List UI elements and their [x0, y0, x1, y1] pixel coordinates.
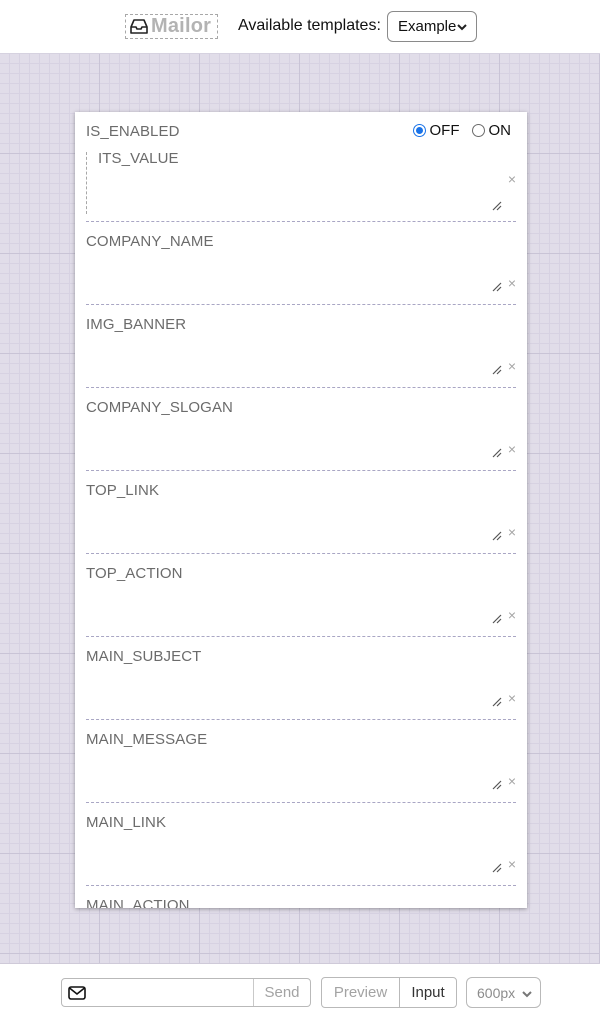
close-icon[interactable]: ×	[508, 608, 516, 622]
field-label: MAIN_LINK	[86, 814, 167, 831]
field-label-is-enabled: IS_ENABLED	[86, 123, 180, 140]
field-label: TOP_ACTION	[86, 565, 183, 582]
email-input[interactable]	[92, 979, 254, 1006]
field-img-banner[interactable]: IMG_BANNER ×	[86, 305, 516, 388]
field-is-enabled: IS_ENABLED OFF ON ITS_VALUE ×	[86, 112, 516, 222]
field-main-message[interactable]: MAIN_MESSAGE ×	[86, 720, 516, 803]
field-main-action[interactable]: MAIN_ACTION×	[86, 886, 516, 908]
resize-handle-icon[interactable]	[492, 448, 502, 458]
field-label: COMPANY_NAME	[86, 233, 214, 250]
logo-text: Mailor	[151, 15, 212, 37]
resize-handle-icon[interactable]	[492, 531, 502, 541]
resize-handle-icon[interactable]	[492, 282, 502, 292]
resize-handle-icon[interactable]	[492, 863, 502, 873]
enabled-radio-group: OFF ON	[412, 122, 512, 139]
bottom-bar: Send Preview Input 600px	[0, 964, 600, 1017]
field-label: MAIN_MESSAGE	[86, 731, 208, 748]
field-label: COMPANY_SLOGAN	[86, 399, 233, 416]
resize-handle-icon[interactable]	[492, 365, 502, 375]
template-select[interactable]: Example	[387, 11, 477, 42]
template-selected-value: Example	[398, 18, 457, 35]
width-selected-value: 600px	[477, 984, 516, 1001]
view-mode-toggle: Preview Input	[321, 977, 457, 1008]
field-label: TOP_LINK	[86, 482, 160, 499]
field-company-name[interactable]: COMPANY_NAME ×	[86, 222, 516, 305]
radio-off-control[interactable]	[412, 124, 426, 137]
close-icon[interactable]: ×	[508, 359, 516, 373]
radio-off-label: OFF	[429, 122, 460, 139]
resize-handle-icon[interactable]	[492, 780, 502, 790]
field-label: MAIN_SUBJECT	[86, 648, 202, 665]
chevron-down-icon	[522, 991, 532, 998]
templates-label: Available templates:	[238, 17, 381, 34]
email-send-group: Send	[61, 978, 311, 1007]
nested-field-its-value[interactable]: ITS_VALUE ×	[86, 150, 516, 214]
radio-on-label: ON	[488, 122, 512, 139]
close-icon[interactable]: ×	[508, 857, 516, 871]
resize-handle-icon[interactable]	[492, 201, 502, 211]
field-company-slogan[interactable]: COMPANY_SLOGAN ×	[86, 388, 516, 471]
field-label: IMG_BANNER	[86, 316, 187, 333]
template-form-panel: IS_ENABLED OFF ON ITS_VALUE × COMPANY_NA…	[75, 112, 527, 908]
radio-on-control[interactable]	[471, 124, 485, 137]
radio-on[interactable]: ON	[471, 122, 512, 139]
close-icon[interactable]: ×	[508, 442, 516, 456]
chevron-down-icon	[457, 24, 467, 31]
field-label: MAIN_ACTION	[86, 897, 190, 908]
radio-off[interactable]: OFF	[412, 122, 460, 139]
width-select[interactable]: 600px	[466, 977, 541, 1008]
resize-handle-icon[interactable]	[492, 697, 502, 707]
resize-handle-icon[interactable]	[492, 614, 502, 624]
close-icon[interactable]: ×	[508, 276, 516, 290]
field-top-action[interactable]: TOP_ACTION ×	[86, 554, 516, 637]
field-top-link[interactable]: TOP_LINK ×	[86, 471, 516, 554]
close-icon[interactable]: ×	[508, 172, 516, 186]
app-logo[interactable]: Mailor	[125, 14, 218, 39]
top-bar: Mailor Available templates: Example	[0, 0, 600, 54]
field-main-link[interactable]: MAIN_LINK ×	[86, 803, 516, 886]
field-main-subject[interactable]: MAIN_SUBJECT ×	[86, 637, 516, 720]
input-button[interactable]: Input	[400, 978, 456, 1007]
close-icon[interactable]: ×	[508, 525, 516, 539]
field-label-its-value: ITS_VALUE	[98, 150, 179, 167]
envelope-icon	[62, 979, 92, 1006]
send-button[interactable]: Send	[254, 979, 310, 1006]
close-icon[interactable]: ×	[508, 774, 516, 788]
inbox-icon	[130, 18, 148, 34]
preview-button[interactable]: Preview	[322, 978, 400, 1007]
close-icon[interactable]: ×	[508, 691, 516, 705]
